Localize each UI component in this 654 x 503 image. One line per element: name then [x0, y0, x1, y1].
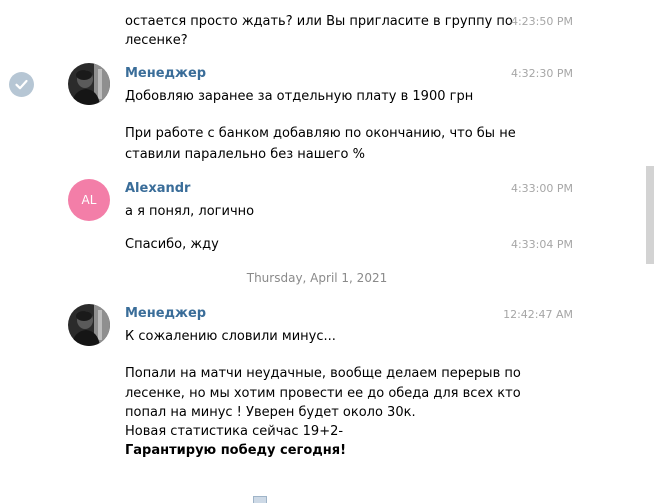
message-time: 4:33:04 PM: [510, 238, 573, 251]
sender-name[interactable]: Менеджер: [125, 306, 206, 322]
avatar[interactable]: AL: [68, 179, 110, 221]
message-text: а я понял, логично: [125, 204, 255, 219]
message-text: остается просто ждать? или Вы пригласите…: [125, 14, 513, 29]
avatar-photo-image: [68, 304, 110, 346]
message-text: Попали на матчи неудачные, вообще делаем…: [125, 366, 521, 381]
avatar[interactable]: [68, 304, 110, 346]
attachment-icon[interactable]: [253, 496, 267, 503]
message-time: 4:23:50 PM: [510, 15, 573, 28]
message-text: лесенке?: [125, 33, 188, 48]
message-time: 4:33:00 PM: [510, 182, 573, 195]
check-circle-icon[interactable]: [9, 72, 34, 97]
avatar[interactable]: [68, 63, 110, 105]
message-text: Добовляю заранее за отдельную плату в 19…: [125, 89, 474, 104]
sender-name[interactable]: Менеджер: [125, 66, 206, 82]
avatar-photo-image: [68, 63, 110, 105]
message-text: Спасибо, жду: [125, 237, 219, 252]
message-text: лесенке, но мы хотим провести ее до обед…: [125, 386, 521, 401]
message-text: попал на минус ! Уверен будет около 30к.: [125, 405, 416, 420]
check-mark-icon: [15, 79, 28, 90]
chat-history: остается просто ждать? или Вы пригласите…: [0, 0, 654, 503]
date-separator: Thursday, April 1, 2021: [246, 271, 388, 285]
message-time: 4:32:30 PM: [510, 67, 573, 80]
message-text: К сожалению словили минус...: [125, 329, 336, 344]
message-text-bold: Гарантирую победу сегодня!: [125, 443, 347, 458]
message-text: ставили паралельно без нашего %: [125, 147, 365, 162]
message-text: Новая статистика сейчас 19+2-: [125, 424, 344, 439]
scrollbar-thumb[interactable]: [646, 166, 654, 264]
sender-name[interactable]: Alexandr: [125, 181, 190, 197]
message-text: При работе с банком добавляю по окончани…: [125, 126, 516, 141]
message-time: 12:42:47 AM: [503, 308, 573, 321]
